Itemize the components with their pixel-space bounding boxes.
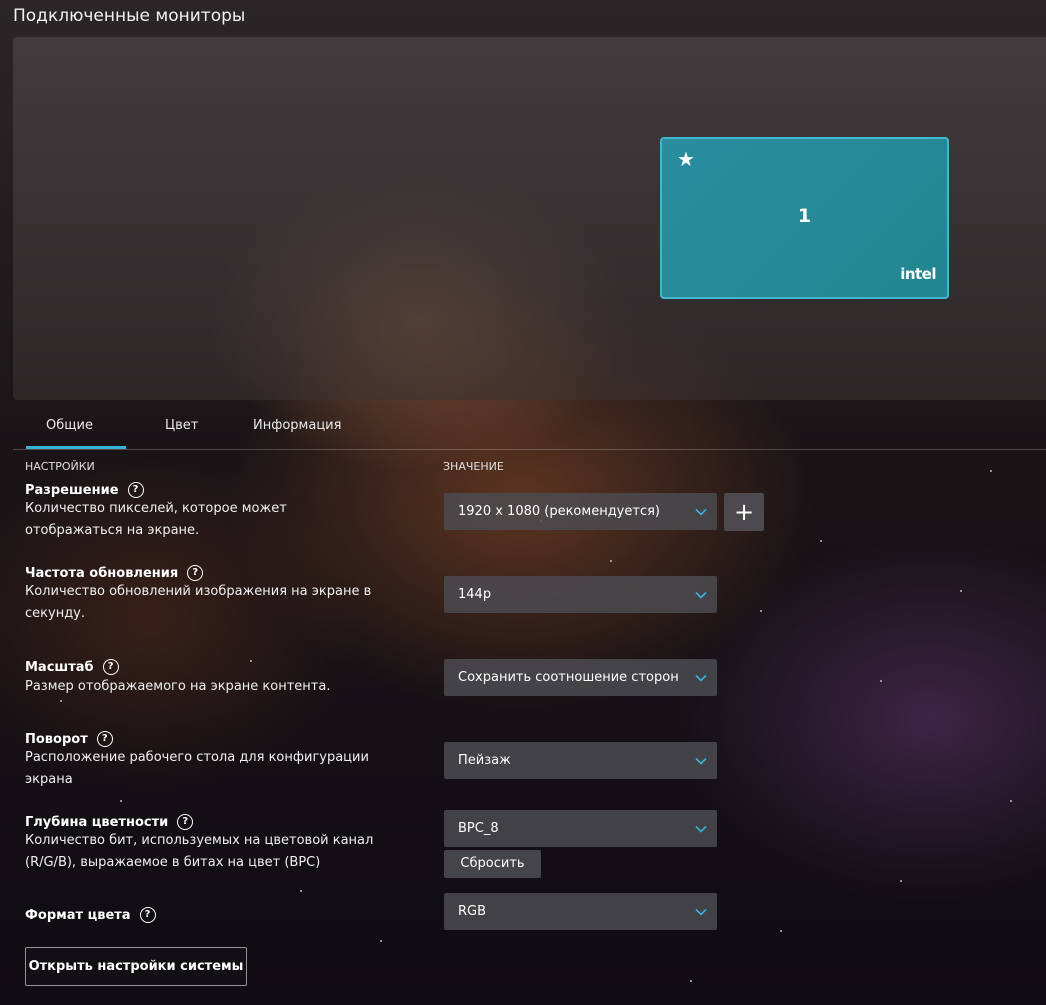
color-format-label: Формат цвета ? <box>25 907 156 923</box>
add-custom-resolution-button[interactable]: + <box>724 493 764 531</box>
scale-name: Масштаб <box>25 659 94 675</box>
scale-label: Масштаб ? <box>25 659 119 675</box>
page-title: Подключенные мониторы <box>13 6 246 26</box>
color-depth-name: Глубина цветности <box>25 814 169 830</box>
refresh-rate-value: 144р <box>458 587 492 602</box>
color-format-dropdown[interactable]: RGB <box>444 893 717 930</box>
resolution-dropdown[interactable]: 1920 x 1080 (рекомендуется) <box>444 493 717 530</box>
chevron-down-icon <box>695 508 707 516</box>
rotation-name: Поворот <box>25 731 88 747</box>
rotation-label: Поворот ? <box>25 731 113 747</box>
tab-general[interactable]: Общие <box>26 418 126 449</box>
color-depth-label: Глубина цветности ? <box>25 814 194 830</box>
value-column-header: ЗНАЧЕНИЕ <box>443 460 504 473</box>
tab-color[interactable]: Цвет <box>165 418 198 433</box>
settings-column-header: НАСТРОЙКИ <box>25 460 95 473</box>
tab-bar: Общие Цвет Информация <box>13 404 1046 450</box>
chevron-down-icon <box>695 757 707 765</box>
color-depth-description: Количество бит, используемых на цветовой… <box>25 833 374 870</box>
color-format-name: Формат цвета <box>25 907 131 923</box>
refresh-rate-label: Частота обновления ? <box>25 565 204 581</box>
scale-value: Сохранить соотношение сторон <box>458 670 679 685</box>
resolution-description: Количество пикселей, которое может отобр… <box>25 501 287 538</box>
refresh-rate-description: Количество обновлений изображения на экр… <box>25 584 372 621</box>
scale-dropdown[interactable]: Сохранить соотношение сторон <box>444 659 717 696</box>
help-icon[interactable]: ? <box>139 907 156 923</box>
open-system-settings-button[interactable]: Открыть настройки системы <box>25 947 247 986</box>
rotation-dropdown[interactable]: Пейзаж <box>444 742 717 779</box>
resolution-name: Разрешение <box>25 482 119 498</box>
monitor-number: 1 <box>797 205 812 227</box>
color-format-value: RGB <box>458 904 487 919</box>
help-icon[interactable]: ? <box>177 814 194 830</box>
chevron-down-icon <box>695 908 707 916</box>
chevron-down-icon <box>695 825 707 833</box>
reset-button[interactable]: Сбросить <box>444 850 541 878</box>
star-icon: ★ <box>677 147 695 171</box>
refresh-rate-dropdown[interactable]: 144р <box>444 576 717 613</box>
monitor-tile-1[interactable]: ★ 1 intel <box>660 137 949 299</box>
help-icon[interactable]: ? <box>96 731 113 747</box>
rotation-value: Пейзаж <box>458 753 511 768</box>
rotation-description: Расположение рабочего стола для конфигур… <box>25 750 369 787</box>
color-depth-value: BPC_8 <box>458 821 499 836</box>
resolution-label: Разрешение ? <box>25 482 144 498</box>
chevron-down-icon <box>695 591 707 599</box>
chevron-down-icon <box>695 674 707 682</box>
refresh-rate-name: Частота обновления <box>25 565 179 581</box>
resolution-value: 1920 x 1080 (рекомендуется) <box>458 504 660 519</box>
color-depth-dropdown[interactable]: BPC_8 <box>444 810 717 847</box>
help-icon[interactable]: ? <box>127 482 144 498</box>
tab-information[interactable]: Информация <box>253 418 341 433</box>
help-icon[interactable]: ? <box>187 565 204 581</box>
intel-logo: intel <box>900 265 936 283</box>
help-icon[interactable]: ? <box>102 659 119 675</box>
scale-description: Размер отображаемого на экране контента. <box>25 679 331 694</box>
